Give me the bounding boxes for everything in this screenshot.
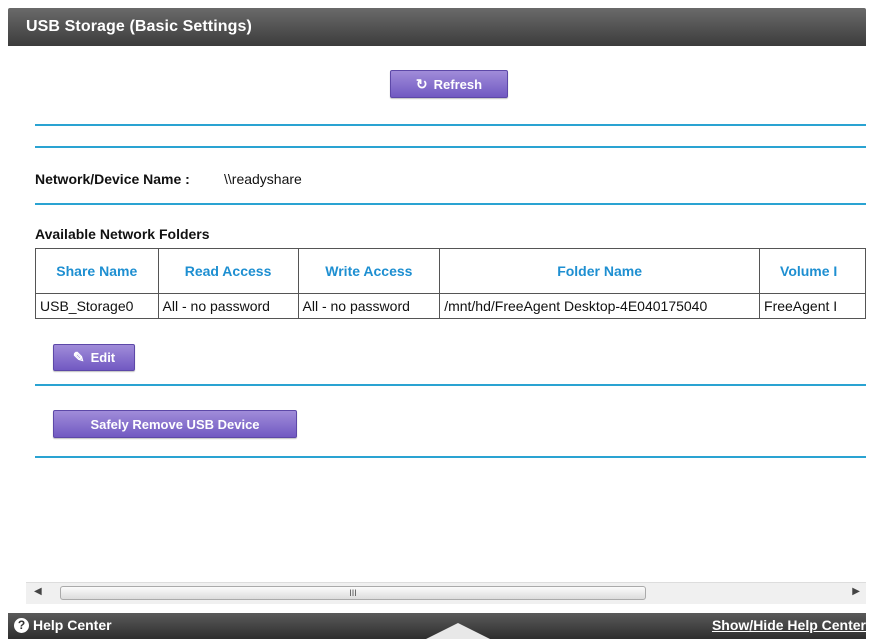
refresh-icon: ↻ <box>415 75 428 92</box>
table-row[interactable]: USB_Storage0 All - no password All - no … <box>35 293 866 319</box>
usb-storage-panel: USB Storage (Basic Settings) ↻ Refresh N… <box>8 8 866 639</box>
divider <box>35 146 866 148</box>
table-header-row: Share Name Read Access Write Access Fold… <box>35 248 866 294</box>
col-read-access: Read Access <box>157 248 299 294</box>
safely-remove-usb-button[interactable]: Safely Remove USB Device <box>53 410 297 438</box>
show-hide-help-center-link[interactable]: Show/Hide Help Center <box>712 617 866 633</box>
edit-button[interactable]: ✎ Edit <box>53 344 135 371</box>
cell-read-access: All - no password <box>157 293 299 319</box>
help-center-link[interactable]: ? Help Center <box>14 617 112 633</box>
help-center-label: Help Center <box>33 617 112 633</box>
folders-table: Share Name Read Access Write Access Fold… <box>35 248 866 319</box>
folders-heading: Available Network Folders <box>35 226 210 242</box>
edit-button-label: Edit <box>90 350 116 365</box>
cell-volume-name: FreeAgent I <box>759 293 866 319</box>
scrollbar-grip-icon: III <box>349 588 357 598</box>
divider <box>35 124 866 126</box>
col-folder-name: Folder Name <box>439 248 761 294</box>
safely-remove-label: Safely Remove USB Device <box>90 416 260 432</box>
title-bar: USB Storage (Basic Settings) <box>8 8 866 46</box>
divider <box>35 384 866 386</box>
divider <box>35 456 866 458</box>
cell-folder-name: /mnt/hd/FreeAgent Desktop-4E040175040 <box>439 293 761 319</box>
scroll-left-arrow-icon[interactable]: ◀ <box>34 586 42 597</box>
page-title: USB Storage (Basic Settings) <box>26 18 252 35</box>
divider <box>35 203 866 205</box>
device-name-label: Network/Device Name : <box>35 171 190 187</box>
help-icon: ? <box>14 617 29 633</box>
col-write-access: Write Access <box>297 248 441 294</box>
cell-write-access: All - no password <box>297 293 441 319</box>
pencil-icon: ✎ <box>72 349 85 365</box>
help-footer: ? Help Center Show/Hide Help Center <box>8 613 866 639</box>
expand-arrow-icon[interactable] <box>426 623 490 639</box>
cell-share-name: USB_Storage0 <box>35 293 159 319</box>
scroll-right-arrow-icon[interactable]: ▶ <box>852 586 860 597</box>
col-share-name: Share Name <box>35 248 159 294</box>
refresh-button[interactable]: ↻ Refresh <box>390 70 508 98</box>
horizontal-scrollbar[interactable]: ◀ III ▶ <box>26 582 866 604</box>
folders-table-viewport: Share Name Read Access Write Access Fold… <box>35 248 866 328</box>
refresh-button-label: Refresh <box>433 76 483 92</box>
scrollbar-thumb[interactable]: III <box>60 586 646 600</box>
col-volume-name: Volume I <box>759 248 866 294</box>
device-name-value: \\readyshare <box>224 171 302 187</box>
